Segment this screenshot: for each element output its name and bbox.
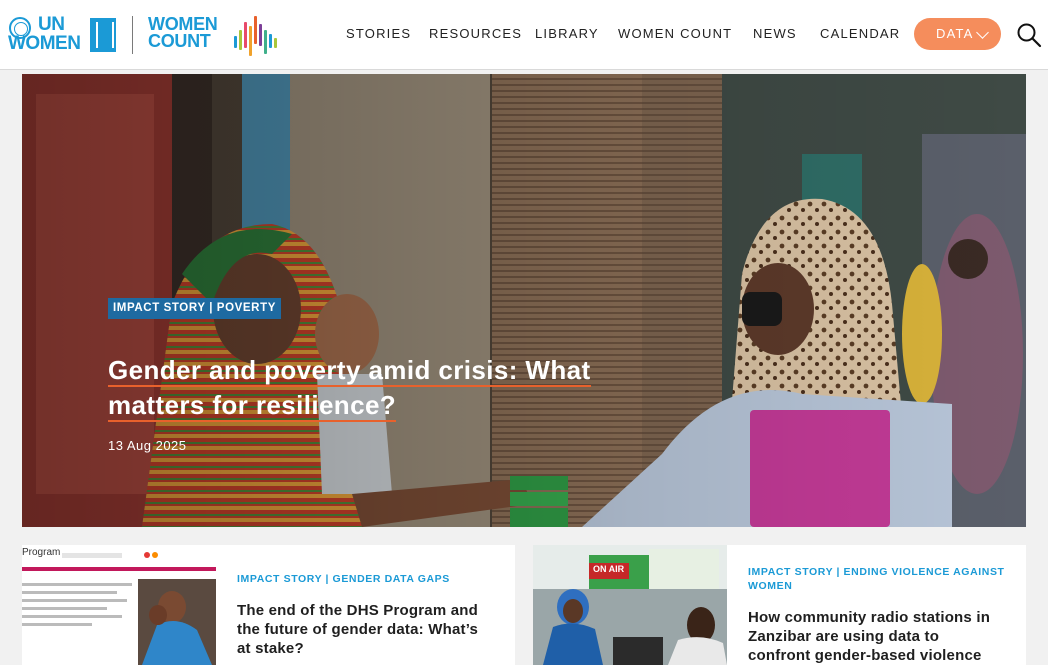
- logo-un-text: UN: [38, 14, 65, 35]
- card-title[interactable]: How community radio stations in Zanzibar…: [748, 608, 990, 665]
- radio-studio-image: [533, 545, 727, 665]
- hero-category-tag[interactable]: IMPACT STORY | POVERTY: [108, 298, 281, 319]
- women-count-line2: COUNT: [148, 31, 211, 51]
- card-title-line: confront gender-based violence: [748, 647, 982, 664]
- card-title-line: at stake?: [237, 640, 304, 657]
- nav-library[interactable]: LIBRARY: [535, 26, 599, 42]
- women-count-bars-icon: [234, 14, 280, 56]
- logo-divider: [132, 16, 133, 54]
- search-icon[interactable]: [1016, 22, 1042, 48]
- nav-stories[interactable]: STORIES: [346, 26, 411, 42]
- story-thumbnail-radio: ON AIR: [533, 545, 727, 665]
- dhs-thumb-text: Program: [22, 547, 61, 558]
- women-count-text: WOMEN COUNT: [148, 15, 218, 51]
- hero-title-line1: Gender and poverty amid crisis: What: [108, 355, 591, 387]
- hero-title[interactable]: Gender and poverty amid crisis: What mat…: [108, 353, 668, 423]
- dhs-screenshot-image: [22, 545, 216, 665]
- women-count-logo[interactable]: WOMEN COUNT: [148, 14, 282, 56]
- chevron-down-icon: [976, 26, 989, 39]
- data-menu-button[interactable]: DATA: [914, 18, 1001, 50]
- card-title-line: the future of gender data: What’s: [237, 621, 479, 638]
- hero-title-line2: matters for resilience?: [108, 390, 397, 422]
- story-card-dhs[interactable]: Program IMPACT STORY | GENDER DATA GAPS …: [22, 545, 515, 665]
- story-card-zanzibar-radio[interactable]: ON AIR IMPACT STORY | ENDING VIOLENCE AG…: [533, 545, 1026, 665]
- nav-news[interactable]: NEWS: [753, 26, 797, 42]
- radio-thumb-text: ON AIR: [593, 564, 625, 574]
- card-tag-line: WOMEN: [748, 580, 793, 592]
- un-women-logo[interactable]: UN WOMEN: [8, 14, 120, 54]
- nav-resources[interactable]: RESOURCES: [429, 26, 522, 42]
- nav-women-count[interactable]: WOMEN COUNT: [618, 26, 732, 42]
- card-tag-line: IMPACT STORY | ENDING VIOLENCE AGAINST: [748, 566, 1005, 578]
- nav-calendar[interactable]: CALENDAR: [820, 26, 900, 42]
- logo-women-text: WOMEN: [8, 33, 81, 54]
- site-header: UN WOMEN WOMEN COUNT STORIES RESOURCES L…: [0, 0, 1048, 70]
- card-category-tag[interactable]: IMPACT STORY | GENDER DATA GAPS: [237, 572, 450, 586]
- card-title-line: The end of the DHS Program and: [237, 602, 479, 619]
- story-thumbnail-dhs: Program: [22, 545, 216, 665]
- data-button-label: DATA: [936, 26, 974, 41]
- un-women-emblem-icon: [90, 18, 116, 52]
- hero-feature[interactable]: IMPACT STORY | POVERTY Gender and povert…: [22, 74, 1026, 527]
- card-category-tag[interactable]: IMPACT STORY | ENDING VIOLENCE AGAINST W…: [748, 565, 1005, 593]
- hero-date: 13 Aug 2025: [108, 438, 187, 453]
- card-title-line: How community radio stations in: [748, 609, 991, 626]
- card-title[interactable]: The end of the DHS Program and the futur…: [237, 601, 478, 658]
- card-title-line: Zanzibar are using data to: [748, 628, 940, 645]
